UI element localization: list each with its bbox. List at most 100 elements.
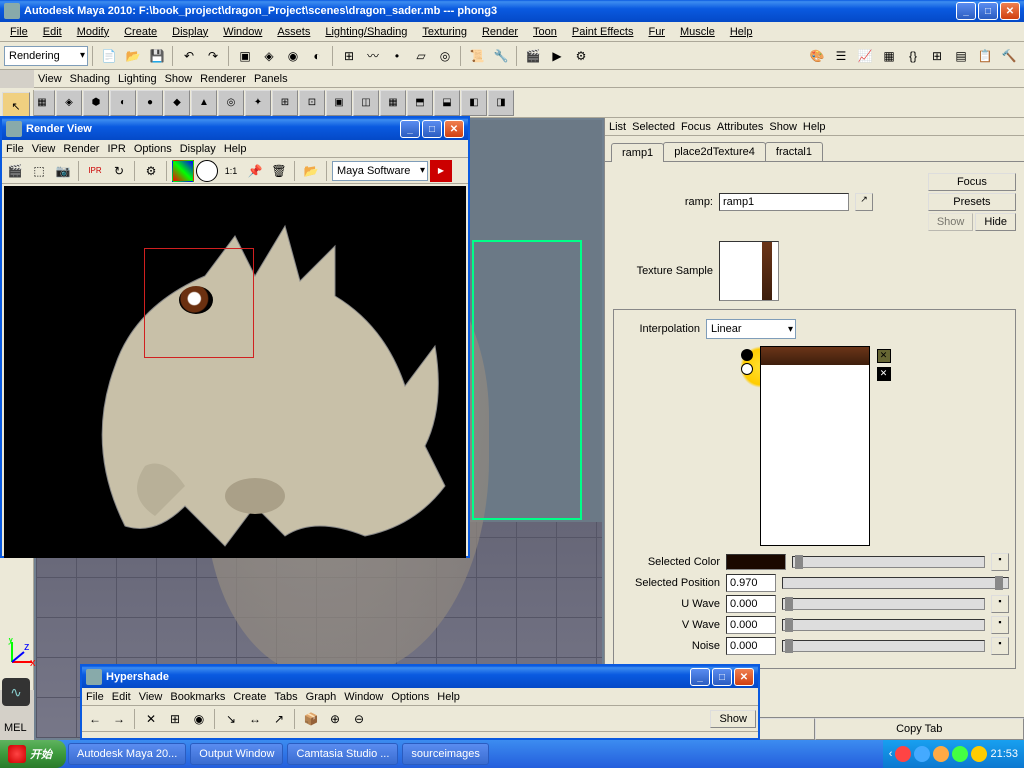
task-camtasia[interactable]: Camtasia Studio ... (287, 743, 398, 765)
tab-fractal1[interactable]: fractal1 (765, 142, 823, 161)
rv-rgb-icon[interactable] (172, 160, 194, 182)
v-wave-map[interactable]: ▪ (991, 616, 1009, 634)
shelf-icon[interactable]: ▦ (380, 90, 406, 116)
shelf-icon[interactable]: ⬒ (407, 90, 433, 116)
hypershade-toggle-icon[interactable]: 🎨 (806, 45, 828, 67)
open-scene-icon[interactable]: 📂 (122, 45, 144, 67)
hs-inout-icon[interactable]: ↔ (244, 708, 266, 730)
rv-remove-image-icon[interactable]: 🗑 (268, 160, 290, 182)
tool-settings-icon[interactable]: 🔨 (998, 45, 1020, 67)
hide-button[interactable]: Hide (975, 213, 1016, 231)
ipr-render-icon[interactable]: ▶ (546, 45, 568, 67)
rv-help[interactable]: Help (224, 143, 247, 155)
menu-fur[interactable]: Fur (642, 24, 671, 40)
attr-editor-icon[interactable]: 📋 (974, 45, 996, 67)
hs-graph[interactable]: Graph (306, 691, 337, 703)
rv-ipr-icon[interactable]: IPR (84, 160, 106, 182)
shelf-icon[interactable]: ◫ (353, 90, 379, 116)
shelf-icon[interactable]: ✦ (245, 90, 271, 116)
selected-position-slider[interactable] (782, 577, 1009, 589)
minimize-button[interactable]: _ (956, 2, 976, 20)
hs-create[interactable]: Create (233, 691, 266, 703)
rv-redo-render-icon[interactable]: 🎬 (4, 160, 26, 182)
ramp-delete-2[interactable]: ✕ (877, 367, 891, 381)
graph-editor-icon[interactable]: 📈 (854, 45, 876, 67)
menu-paint-effects[interactable]: Paint Effects (566, 24, 640, 40)
rv-maximize-button[interactable]: □ (422, 120, 442, 138)
rv-open-icon[interactable]: 📂 (300, 160, 322, 182)
rv-alpha-icon[interactable] (196, 160, 218, 182)
hs-prev-icon[interactable]: ← (84, 708, 106, 730)
close-button[interactable]: ✕ (1000, 2, 1020, 20)
focus-button[interactable]: Focus (928, 173, 1016, 191)
shelf-icon[interactable]: ▲ (191, 90, 217, 116)
u-wave-field[interactable] (726, 595, 776, 613)
hs-window[interactable]: Window (344, 691, 383, 703)
rv-options[interactable]: Options (134, 143, 172, 155)
hs-close-button[interactable]: ✕ (734, 668, 754, 686)
task-sourceimages[interactable]: sourceimages (402, 743, 488, 765)
tray-clock[interactable]: 21:53 (990, 748, 1018, 760)
hs-edit[interactable]: Edit (112, 691, 131, 703)
hs-graph-mat-icon[interactable]: ◉ (188, 708, 210, 730)
vp-lighting[interactable]: Lighting (118, 73, 157, 85)
rv-file[interactable]: File (6, 143, 24, 155)
snap-live-icon[interactable]: ◎ (434, 45, 456, 67)
menu-texturing[interactable]: Texturing (416, 24, 473, 40)
rv-display[interactable]: Display (180, 143, 216, 155)
hs-container-icon[interactable]: 📦 (300, 708, 322, 730)
hs-input-icon[interactable]: ↘ (220, 708, 242, 730)
upstream-icon[interactable]: ↗ (855, 193, 873, 211)
select-object-icon[interactable]: ◉ (282, 45, 304, 67)
rv-renderer-dropdown[interactable]: Maya Software (332, 161, 428, 181)
tray-shield-icon[interactable] (971, 746, 987, 762)
shelf-icon[interactable]: ⬢ (83, 90, 109, 116)
menu-modify[interactable]: Modify (71, 24, 115, 40)
snap-point-icon[interactable]: • (386, 45, 408, 67)
selected-position-field[interactable] (726, 574, 776, 592)
ae-list[interactable]: List (609, 121, 626, 133)
outliner-toggle-icon[interactable]: ☰ (830, 45, 852, 67)
rv-settings-icon[interactable]: ⚙ (140, 160, 162, 182)
tab-place2dtexture4[interactable]: place2dTexture4 (663, 142, 766, 161)
hs-next-icon[interactable]: → (108, 708, 130, 730)
render-canvas[interactable] (4, 186, 466, 558)
interpolation-dropdown[interactable]: Linear (706, 319, 796, 339)
task-maya[interactable]: Autodesk Maya 20... (68, 743, 186, 765)
rv-keep-image-icon[interactable]: 📌 (244, 160, 266, 182)
menu-muscle[interactable]: Muscle (674, 24, 721, 40)
tray-icon[interactable] (895, 746, 911, 762)
rv-render[interactable]: Render (63, 143, 99, 155)
shelf-icon[interactable]: ⬓ (434, 90, 460, 116)
menu-toon[interactable]: Toon (527, 24, 563, 40)
hs-options[interactable]: Options (391, 691, 429, 703)
hypershade-titlebar[interactable]: Hypershade _ □ ✕ (82, 666, 758, 688)
rv-render-region-icon[interactable]: ⬚ (28, 160, 50, 182)
vp-show[interactable]: Show (165, 73, 193, 85)
rv-snapshot-icon[interactable]: 📷 (52, 160, 74, 182)
render-frame-icon[interactable]: 🎬 (522, 45, 544, 67)
tray-icon[interactable] (933, 746, 949, 762)
construction-icon[interactable]: 🔧 (490, 45, 512, 67)
shelf-icon[interactable]: ◐ (110, 90, 136, 116)
dope-sheet-icon[interactable]: ▦ (878, 45, 900, 67)
shelf-icon[interactable]: ◧ (461, 90, 487, 116)
hs-view[interactable]: View (139, 691, 163, 703)
hs-clear-icon[interactable]: ✕ (140, 708, 162, 730)
snap-grid-icon[interactable]: ⊞ (338, 45, 360, 67)
select-component-icon[interactable]: ◐ (306, 45, 328, 67)
channel-box-icon[interactable]: ▤ (950, 45, 972, 67)
show-button[interactable]: Show (928, 213, 974, 231)
shelf-icon[interactable]: ◎ (218, 90, 244, 116)
shelf-icon[interactable]: ▣ (326, 90, 352, 116)
mode-dropdown[interactable]: Rendering (4, 46, 88, 66)
tray-icon[interactable] (952, 746, 968, 762)
shelf-icon[interactable]: ● (137, 90, 163, 116)
menu-display[interactable]: Display (166, 24, 214, 40)
hs-help[interactable]: Help (437, 691, 460, 703)
shelf-icon[interactable]: ◈ (56, 90, 82, 116)
u-wave-slider[interactable] (782, 598, 985, 610)
shelf-icon[interactable]: ◆ (164, 90, 190, 116)
selected-color-swatch[interactable] (726, 554, 786, 570)
snap-plane-icon[interactable]: ▱ (410, 45, 432, 67)
